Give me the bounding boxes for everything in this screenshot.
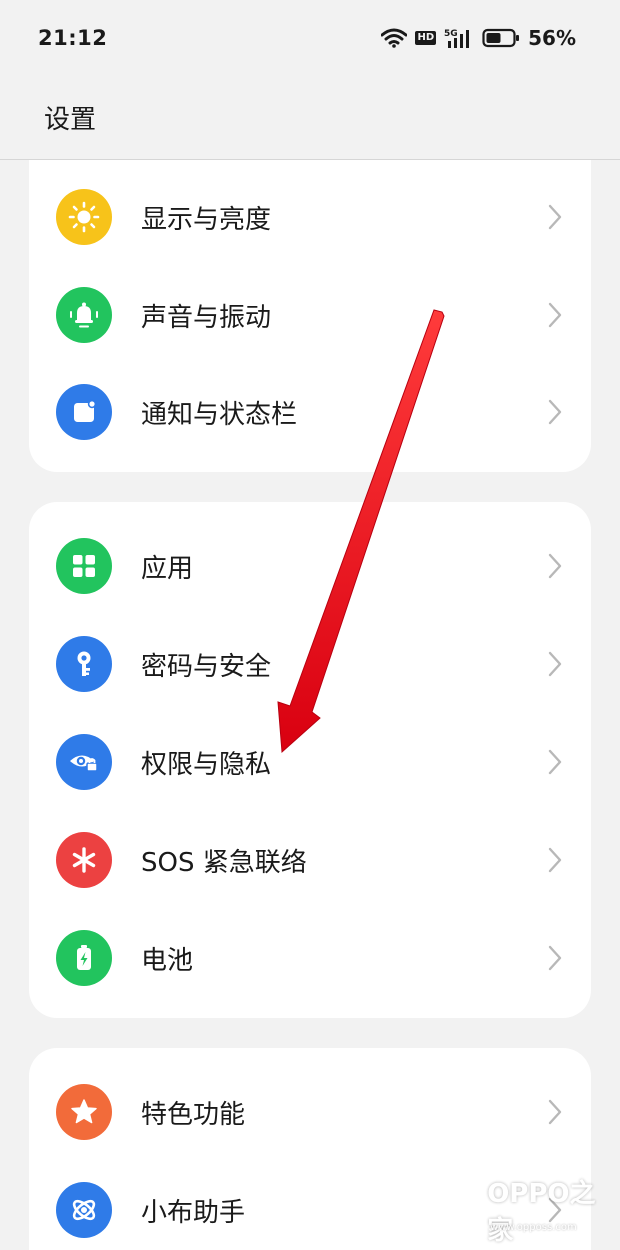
settings-item-password-security[interactable]: 密码与安全 bbox=[29, 615, 591, 713]
battery-icon bbox=[482, 28, 520, 48]
hd-badge: HD bbox=[415, 31, 437, 45]
settings-group-2: 应用 密码与安全 权限与隐私 SOS 紧急联络 电池 bbox=[29, 502, 591, 1018]
chevron-right-icon bbox=[548, 302, 562, 328]
settings-item-label: SOS 紧急联络 bbox=[141, 847, 307, 878]
settings-item-label: 小布助手 bbox=[141, 1197, 246, 1228]
chevron-right-icon bbox=[548, 1099, 562, 1125]
settings-group-1: 显示与亮度 声音与振动 通知与状态栏 bbox=[29, 160, 591, 472]
watermark-logo-icon bbox=[438, 1186, 479, 1234]
watermark: OPPO之家 www.opposs.com bbox=[438, 1179, 613, 1246]
key-icon bbox=[56, 636, 112, 692]
settings-item-label: 应用 bbox=[141, 553, 194, 584]
chevron-right-icon bbox=[548, 399, 562, 425]
settings-item-sound[interactable]: 声音与振动 bbox=[29, 266, 591, 364]
wifi-icon bbox=[381, 28, 408, 48]
network-label: 5G bbox=[444, 29, 458, 39]
sos-asterisk-icon bbox=[56, 832, 112, 888]
header: 设置 bbox=[0, 76, 620, 160]
page-title: 设置 bbox=[44, 105, 97, 135]
assistant-icon bbox=[56, 1182, 112, 1238]
settings-item-label: 通知与状态栏 bbox=[141, 399, 298, 430]
watermark-url: www.opposs.com bbox=[490, 1222, 577, 1233]
settings-item-label: 密码与安全 bbox=[141, 651, 272, 682]
settings-item-battery[interactable]: 电池 bbox=[29, 909, 591, 1007]
star-icon bbox=[56, 1084, 112, 1140]
bell-icon bbox=[56, 287, 112, 343]
status-bar: 21:12 HD 5G 56% bbox=[0, 0, 620, 76]
settings-item-label: 电池 bbox=[141, 945, 194, 976]
chevron-right-icon bbox=[548, 553, 562, 579]
privacy-eye-icon bbox=[56, 734, 112, 790]
settings-item-features[interactable]: 特色功能 bbox=[29, 1063, 591, 1161]
sun-icon bbox=[56, 189, 112, 245]
notification-icon bbox=[56, 384, 112, 440]
battery-charge-icon bbox=[56, 930, 112, 986]
settings-item-notifications[interactable]: 通知与状态栏 bbox=[29, 363, 591, 461]
chevron-right-icon bbox=[548, 749, 562, 775]
settings-item-privacy[interactable]: 权限与隐私 bbox=[29, 713, 591, 811]
settings-item-label: 特色功能 bbox=[141, 1099, 246, 1130]
status-time: 21:12 bbox=[38, 26, 108, 50]
settings-item-apps[interactable]: 应用 bbox=[29, 517, 591, 615]
settings-item-label: 声音与振动 bbox=[141, 302, 272, 333]
signal-5g-icon: 5G bbox=[444, 29, 470, 48]
settings-item-sos[interactable]: SOS 紧急联络 bbox=[29, 811, 591, 909]
apps-grid-icon bbox=[56, 538, 112, 594]
settings-item-label: 显示与亮度 bbox=[141, 204, 272, 235]
chevron-right-icon bbox=[548, 204, 562, 230]
settings-item-label: 权限与隐私 bbox=[141, 749, 272, 780]
status-icons: HD 5G 56% bbox=[381, 26, 576, 50]
chevron-right-icon bbox=[548, 651, 562, 677]
chevron-right-icon bbox=[548, 847, 562, 873]
watermark-text: OPPO之家 bbox=[487, 1179, 596, 1246]
chevron-right-icon bbox=[548, 945, 562, 971]
settings-item-display[interactable]: 显示与亮度 bbox=[29, 168, 591, 266]
battery-percent: 56% bbox=[528, 26, 576, 50]
